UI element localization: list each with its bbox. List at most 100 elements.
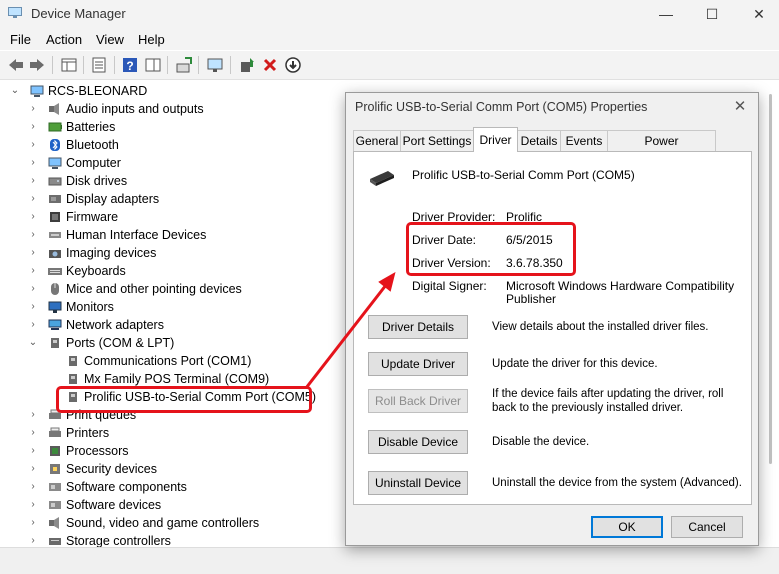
hid-icon xyxy=(49,232,61,238)
svg-text:?: ? xyxy=(126,59,133,73)
dialog-close-button[interactable]: ✕ xyxy=(730,97,750,117)
monitor-icon xyxy=(48,301,62,313)
root-icon xyxy=(30,85,44,97)
chevron-right-icon[interactable]: › xyxy=(28,172,38,190)
device-name: Prolific USB-to-Serial Comm Port (COM5) xyxy=(412,168,635,182)
tree-node-label: Bluetooth xyxy=(66,138,119,152)
horizontal-scrollbar[interactable] xyxy=(4,552,769,568)
ports-icon xyxy=(69,374,77,384)
ports-icon xyxy=(69,356,77,366)
chevron-right-icon[interactable]: › xyxy=(28,298,38,316)
mouse-icon xyxy=(51,283,59,295)
driver-date-value: 6/5/2015 xyxy=(506,233,553,247)
chip-icon xyxy=(50,212,60,222)
device-manager-icon xyxy=(8,7,22,18)
uninstall-device-icon[interactable] xyxy=(261,56,279,74)
tab-power-management[interactable]: Power Management xyxy=(607,130,716,168)
chevron-right-icon[interactable]: › xyxy=(28,262,38,280)
driver-details-button[interactable]: Driver Details xyxy=(368,315,468,339)
help-icon[interactable]: ? xyxy=(121,56,139,74)
update-driver-icon[interactable] xyxy=(238,56,256,74)
driver-version-label: Driver Version: xyxy=(412,256,491,270)
digital-signer-value-line2: Publisher xyxy=(506,292,557,306)
cpu-icon xyxy=(50,446,60,456)
chevron-right-icon[interactable]: › xyxy=(28,496,38,514)
printer-icon xyxy=(49,409,61,419)
speaker-icon xyxy=(49,517,59,529)
disk-icon xyxy=(48,177,62,186)
minimize-button[interactable]: — xyxy=(652,4,680,24)
title-bar: Device Manager — ☐ ✕ xyxy=(0,0,779,28)
status-bar xyxy=(0,547,779,574)
scan-hardware-icon[interactable] xyxy=(175,56,193,74)
chevron-right-icon[interactable]: › xyxy=(28,118,38,136)
vertical-scrollbar[interactable] xyxy=(767,86,775,466)
tree-node-label: Security devices xyxy=(66,462,158,476)
tree-node-label: Communications Port (COM1) xyxy=(84,354,252,368)
chevron-right-icon[interactable]: › xyxy=(28,478,38,496)
roll-back-driver-button[interactable]: Roll Back Driver xyxy=(368,389,468,413)
digital-signer-value-line1: Microsoft Windows Hardware Compatibility xyxy=(506,279,735,293)
menu-file[interactable]: File xyxy=(10,32,31,47)
tree-node-label: Print queues xyxy=(66,408,137,422)
cancel-button[interactable]: Cancel xyxy=(671,516,743,538)
chevron-right-icon[interactable]: › xyxy=(28,442,38,460)
dialog-title: Prolific USB-to-Serial Comm Port (COM5) … xyxy=(355,100,648,114)
properties-icon[interactable] xyxy=(90,56,108,74)
tab-events[interactable]: Events xyxy=(560,130,608,151)
menu-help[interactable]: Help xyxy=(138,32,165,47)
disable-device-button[interactable]: Disable Device xyxy=(368,430,468,454)
chevron-right-icon[interactable]: › xyxy=(28,100,38,118)
ok-button[interactable]: OK xyxy=(591,516,663,538)
ports-icon xyxy=(51,338,59,348)
menu-action[interactable]: Action xyxy=(46,32,82,47)
uninstall-device-description: Uninstall the device from the system (Ad… xyxy=(492,477,742,489)
chevron-right-icon[interactable]: › xyxy=(28,406,38,424)
chevron-right-icon[interactable]: › xyxy=(28,280,38,298)
computer-icon xyxy=(48,157,62,169)
chevron-right-icon[interactable]: › xyxy=(28,136,38,154)
close-button[interactable]: ✕ xyxy=(745,4,773,24)
battery-icon xyxy=(48,122,62,132)
monitor-scan-icon[interactable] xyxy=(206,56,224,74)
tab-details[interactable]: Details xyxy=(517,130,561,151)
tab-driver[interactable]: Driver xyxy=(473,127,518,152)
tree-node-label: Network adapters xyxy=(66,318,164,332)
chevron-right-icon[interactable]: › xyxy=(28,316,38,334)
tree-node-label: Processors xyxy=(66,444,129,458)
chevron-down-icon[interactable]: ⌄ xyxy=(28,334,38,352)
tree-node-label: Disk drives xyxy=(66,174,128,188)
keyboard-icon xyxy=(48,268,62,275)
network-icon xyxy=(48,319,62,330)
chevron-right-icon[interactable]: › xyxy=(28,244,38,262)
tree-node-label: Display adapters xyxy=(66,192,160,206)
update-driver-button[interactable]: Update Driver xyxy=(368,352,468,376)
chevron-right-icon[interactable]: › xyxy=(28,190,38,208)
chevron-right-icon[interactable]: › xyxy=(28,226,38,244)
uninstall-device-button[interactable]: Uninstall Device xyxy=(368,471,468,495)
maximize-button[interactable]: ☐ xyxy=(698,4,726,24)
back-icon[interactable] xyxy=(7,56,25,74)
ports-icon xyxy=(69,392,77,402)
tab-port-settings[interactable]: Port Settings xyxy=(400,130,474,151)
dialog-tabs: General Port Settings Driver Details Eve… xyxy=(353,127,751,168)
chevron-right-icon[interactable]: › xyxy=(28,424,38,442)
tree-node-label: Keyboards xyxy=(66,264,126,278)
component-icon xyxy=(49,501,61,509)
tab-general[interactable]: General xyxy=(353,130,401,151)
chevron-right-icon[interactable]: › xyxy=(28,208,38,226)
chevron-right-icon[interactable]: › xyxy=(28,460,38,478)
chevron-right-icon[interactable]: › xyxy=(28,154,38,172)
chevron-right-icon[interactable]: › xyxy=(28,532,38,547)
forward-icon[interactable] xyxy=(28,56,46,74)
show-hide-tree-icon[interactable] xyxy=(60,56,78,74)
properties-dialog: Prolific USB-to-Serial Comm Port (COM5) … xyxy=(345,92,759,546)
tree-node-label: Storage controllers xyxy=(66,534,171,547)
action-pane-icon[interactable] xyxy=(144,56,162,74)
roll-back-description-line2: back to the previously installed driver. xyxy=(492,402,684,414)
menu-view[interactable]: View xyxy=(96,32,124,47)
window-title: Device Manager xyxy=(31,6,126,21)
enable-device-icon[interactable] xyxy=(284,56,302,74)
chevron-down-icon[interactable]: ⌄ xyxy=(10,82,20,100)
chevron-right-icon[interactable]: › xyxy=(28,514,38,532)
